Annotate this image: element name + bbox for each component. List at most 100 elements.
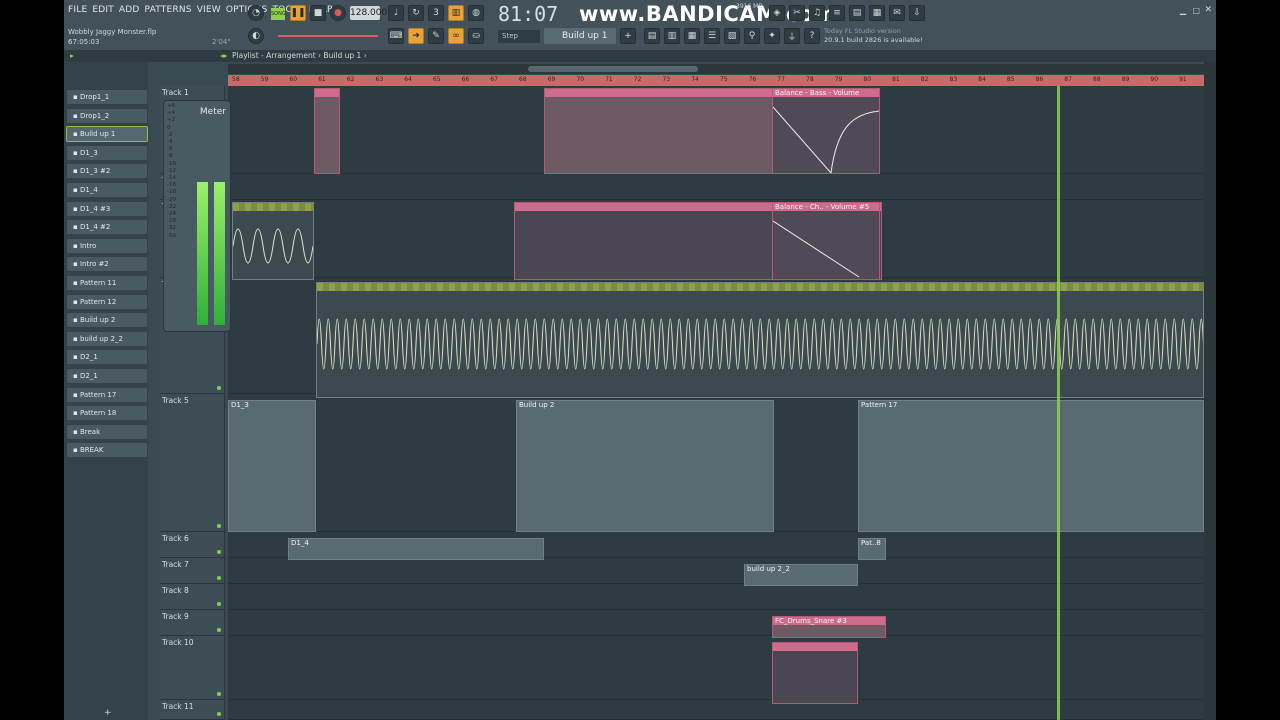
clip-wave-long[interactable] — [316, 282, 1204, 398]
vertical-scrollbar[interactable] — [1204, 62, 1216, 720]
track-mute-led[interactable] — [217, 628, 221, 632]
snap-step-select[interactable]: Step — [498, 30, 540, 43]
master-pitch-slider[interactable] — [278, 35, 378, 37]
picker-item[interactable]: ▪ D2_1 — [67, 369, 147, 383]
tempo-display[interactable]: 128.000 — [350, 6, 387, 20]
timeline-ruler[interactable]: 58 59 60 61 62 63 64 65 66 67 68 69 70 71 72 73 74 75 76 77… — [228, 75, 1204, 86]
menu-add[interactable]: ADD — [119, 5, 140, 19]
song-mode-toggle[interactable]: SONG — [271, 8, 286, 20]
minimize-icon[interactable]: ▁ — [1180, 6, 1186, 15]
add-track-icon[interactable]: + — [104, 708, 112, 718]
picker-item[interactable]: ▪ D2_1 — [67, 350, 147, 365]
cpu-dial-icon[interactable]: ◔ — [248, 5, 264, 21]
close-icon[interactable]: ✕ — [1204, 5, 1212, 15]
info-icon[interactable]: ✦ — [764, 28, 780, 44]
menu-view[interactable]: VIEW — [197, 5, 221, 19]
picker-item[interactable]: ▪ Intro — [67, 238, 147, 253]
blend-notes-icon[interactable]: ◍ — [468, 5, 484, 21]
track-header[interactable]: Track 6 — [160, 532, 224, 558]
arrangement-area[interactable]: Balance - Bass - Volume Balance - Ch.. -… — [228, 86, 1204, 720]
cut-icon[interactable]: ✂ — [789, 5, 805, 21]
picker-item[interactable]: ▪ D1_4 — [67, 183, 147, 197]
track-mute-led[interactable] — [217, 576, 221, 580]
track-header[interactable]: Track 7 — [160, 558, 224, 584]
brush-tool-icon[interactable]: ✎ — [428, 28, 444, 44]
menu-patterns[interactable]: PATTERNS — [145, 5, 192, 19]
news-panel[interactable]: Today FL Studio version 20.9.1 build 282… — [824, 27, 923, 45]
track-mute-led[interactable] — [217, 524, 221, 528]
maximize-icon[interactable]: ▢ — [1192, 6, 1200, 15]
track-mute-led[interactable] — [217, 550, 221, 554]
typing-keyboard-icon[interactable]: ⌨ — [388, 28, 404, 44]
picker-item[interactable]: ▪ Drop1_2 — [67, 108, 147, 123]
help-icon[interactable]: ? — [804, 28, 820, 44]
chat-icon[interactable]: ✉ — [889, 5, 905, 21]
countdown-icon[interactable]: 3 — [428, 5, 444, 21]
clip-wave-1[interactable] — [232, 202, 314, 280]
track-header[interactable]: Track 8 — [160, 584, 224, 610]
track-header[interactable]: Track 5 — [160, 394, 224, 532]
channel-rack-view-icon[interactable]: ▦ — [684, 28, 700, 44]
picker-item[interactable]: ▪ D1_3 — [67, 145, 147, 160]
picker-item[interactable]: ▪ Drop1_1 — [67, 90, 147, 104]
picker-item[interactable]: ▪ Break — [67, 424, 147, 439]
play-button[interactable]: ❚❚ — [290, 5, 306, 21]
clip-drums-1[interactable] — [314, 88, 340, 174]
pattern-clip-build-up-2-2[interactable]: build up 2_2 — [744, 564, 858, 586]
pattern-clip-pat8[interactable]: Pat..8 — [858, 538, 886, 560]
playlist-view-icon[interactable]: ▤ — [644, 28, 660, 44]
mixer-view-icon[interactable]: ☰ — [704, 28, 720, 44]
clip-drums-2[interactable] — [544, 88, 774, 174]
link-icon[interactable]: ∞ — [448, 28, 464, 44]
plugin-icon[interactable]: ⚲ — [744, 28, 760, 44]
track-header[interactable]: Track 11 — [160, 700, 224, 720]
master-volume-knob[interactable]: ◐ — [248, 28, 264, 44]
playlist-menu-icon[interactable]: ▸ — [70, 50, 74, 62]
mixer-icon[interactable]: ≡ — [829, 5, 845, 21]
pattern-clip-d1-3[interactable]: D1_3 — [228, 400, 316, 532]
track-mute-led[interactable] — [217, 712, 221, 716]
automation-clip-bass[interactable]: Balance - Bass - Volume — [772, 88, 880, 174]
save-icon[interactable]: ▤ — [849, 5, 865, 21]
picker-item[interactable]: ▪ D1_3 #2 — [67, 164, 147, 179]
piano-roll-view-icon[interactable]: ▥ — [664, 28, 680, 44]
picker-item[interactable]: ▪ Pattern 18 — [67, 406, 147, 421]
picker-item[interactable]: ▪ BREAK — [67, 443, 147, 458]
pattern-clip-snare[interactable]: FC_Drums_Snare #3 — [772, 616, 886, 638]
picker-item[interactable]: ▪ Pattern 17 — [67, 387, 147, 402]
menu-file[interactable]: FILE — [68, 5, 87, 19]
browser-view-icon[interactable]: ▧ — [724, 28, 740, 44]
picker-item[interactable]: ▪ D1_4 #2 — [67, 220, 147, 235]
scroll-thumb[interactable] — [528, 66, 698, 72]
add-pattern-icon[interactable]: + — [620, 28, 636, 44]
peak-meter-panel[interactable]: Meter +6 +4 +2 0 -2 -4 -6 -8 -10 -12 -14 -16 -18 -20-… — [163, 100, 231, 332]
menu-edit[interactable]: EDIT — [92, 5, 114, 19]
snap-icon[interactable]: ◈ — [769, 5, 785, 21]
playlist-crumb[interactable]: Build up 1 — [323, 51, 361, 60]
arrow-tool-icon[interactable]: ➜ — [408, 28, 424, 44]
picker-item[interactable]: ▪ Build up 1 — [66, 126, 148, 143]
plug-icon[interactable]: ⏚ — [784, 28, 800, 44]
pattern-clip-build-up-2[interactable]: Build up 2 — [516, 400, 774, 532]
pattern-selector[interactable]: Build up 1 — [544, 28, 616, 44]
pattern-clip-d1-4[interactable]: D1_4 — [288, 538, 544, 560]
track-header[interactable]: Track 10 — [160, 636, 224, 700]
track-mute-led[interactable] — [217, 386, 221, 390]
automation-clip-ch[interactable]: Balance - Ch.. - Volume #5 — [772, 202, 880, 280]
pattern-clip-pattern-17[interactable]: Pattern 17 — [858, 400, 1204, 532]
picker-item[interactable]: ▪ Build up 2 — [67, 313, 147, 328]
download-icon[interactable]: ⇩ — [909, 5, 925, 21]
track-header[interactable]: Track 9 — [160, 610, 224, 636]
picker-item[interactable]: ▪ Intro #2 — [67, 257, 147, 272]
metronome-icon[interactable]: ♩ — [388, 5, 404, 21]
microphone-icon[interactable]: ♫ — [809, 5, 825, 21]
step-edit-icon[interactable]: ▥ — [448, 5, 464, 21]
picker-item[interactable]: ▪ Pattern 12 — [67, 294, 147, 309]
picker-item[interactable]: ▪ Pattern 11 — [67, 276, 147, 290]
export-icon[interactable]: ▦ — [869, 5, 885, 21]
clip-snare-roll[interactable] — [772, 642, 858, 704]
record-button[interactable]: ● — [330, 5, 346, 21]
stop-button[interactable]: ■ — [310, 5, 326, 21]
track-mute-led[interactable] — [217, 692, 221, 696]
track-mute-led[interactable] — [217, 602, 221, 606]
